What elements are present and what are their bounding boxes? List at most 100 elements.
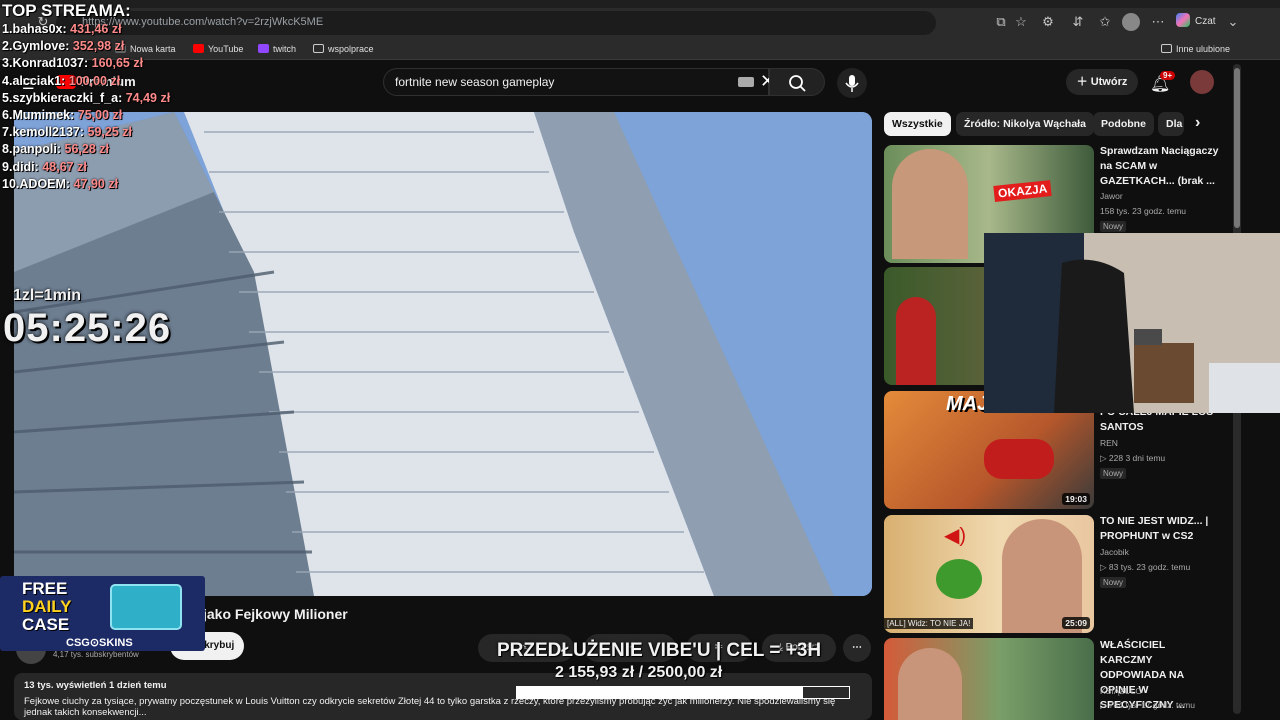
speaker-icon: ◀) bbox=[944, 525, 967, 547]
rec-views: ▷ 83 tys. 23 godz. temu bbox=[1100, 562, 1191, 572]
favorite-star-icon[interactable]: ☆ bbox=[1012, 13, 1030, 31]
leaderboard-row: 10.ADOEM: 47,90 zł bbox=[2, 176, 170, 193]
leaderboard-name: ADOEM: bbox=[19, 176, 71, 191]
chip-for-you[interactable]: Dla bbox=[1158, 112, 1184, 136]
chip-similar[interactable]: Podobne bbox=[1093, 112, 1154, 136]
bookmarks-bar bbox=[0, 38, 1280, 60]
free-case-promo: FREE DAILY CASE CSG⊙SKINS bbox=[0, 576, 205, 651]
notification-count-badge: 9+ bbox=[1160, 71, 1176, 80]
leaderboard-amount: 75,00 zł bbox=[77, 108, 123, 123]
chip-all[interactable]: Wszystkie bbox=[884, 112, 951, 136]
chevron-right-icon[interactable]: › bbox=[1195, 114, 1200, 132]
leaderboard-name: szybkieraczki_f_a: bbox=[12, 90, 123, 105]
search-input[interactable]: fortnite new season gameplay bbox=[383, 68, 769, 96]
url-field[interactable]: https://www.youtube.com/watch?v=2rzjWkcK… bbox=[56, 11, 936, 35]
more-icon: ⋯ bbox=[852, 642, 862, 653]
leaderboard-name: alcciak1: bbox=[12, 73, 66, 88]
more-actions-button[interactable]: ⋯ bbox=[843, 634, 871, 662]
description-text: Fejkowe ciuchy za tysiące, prywatny pocz… bbox=[24, 696, 836, 718]
favorites-icon[interactable]: ✩ bbox=[1096, 13, 1114, 31]
webcam-room bbox=[984, 233, 1280, 413]
leaderboard-rank: 10. bbox=[2, 176, 20, 191]
new-badge: Nowy bbox=[1100, 221, 1127, 232]
search-button[interactable] bbox=[769, 68, 825, 96]
folder-icon bbox=[1161, 44, 1172, 53]
plus-icon: ＋ bbox=[1076, 76, 1091, 88]
twitch-icon bbox=[258, 44, 269, 53]
promo-text: FREE DAILY CASE bbox=[22, 579, 72, 634]
leaderboard-name: Gymlove: bbox=[12, 39, 70, 54]
thumb-car bbox=[984, 439, 1054, 479]
rec-channel[interactable]: Jacobik bbox=[1100, 547, 1129, 557]
webcam-overlay bbox=[984, 233, 1280, 413]
rec-channel[interactable]: REN bbox=[1100, 438, 1118, 448]
new-badge: Nowy bbox=[1100, 468, 1127, 479]
extensions-icon[interactable]: ⚙ bbox=[1039, 13, 1057, 31]
leaderboard-row: 2.Gymlove: 352,98 zł bbox=[2, 38, 170, 55]
leaderboard-list: 1.bahas0x: 431,46 zł 2.Gymlove: 352,98 zł… bbox=[2, 21, 170, 193]
leaderboard-amount: 352,98 zł bbox=[72, 39, 125, 54]
scrollbar-thumb[interactable] bbox=[1234, 68, 1240, 228]
goal-title: PRZEDŁUŻENIE VIBE'U | CEL = +3H bbox=[497, 640, 822, 661]
bookmark-wspolprace[interactable]: wspolprace bbox=[313, 41, 374, 57]
thumb-person bbox=[892, 149, 968, 259]
bookmark-youtube[interactable]: YouTube bbox=[193, 41, 243, 57]
duration-badge: 19:03 bbox=[1062, 493, 1090, 505]
leaderboard-amount: 160,65 zł bbox=[91, 56, 144, 71]
leaderboard-row: 4.alcciak1: 100,00 zł bbox=[2, 73, 170, 90]
create-button[interactable]: ＋ Utwórz bbox=[1066, 69, 1138, 95]
leaderboard-rank: 2. bbox=[2, 39, 13, 54]
split-screen-icon[interactable]: ⇵ bbox=[1069, 13, 1087, 31]
bookmark-other-favorites[interactable]: Inne ulubione bbox=[1161, 41, 1230, 57]
copilot-chat-button[interactable]: Czat bbox=[1176, 12, 1216, 32]
leaderboard-rank: 3. bbox=[2, 56, 13, 71]
chevron-down-icon[interactable]: ⌄ bbox=[1224, 13, 1242, 31]
thumb-text: OKAZJA bbox=[993, 180, 1053, 202]
leaderboard-amount: 56,28 zł bbox=[64, 142, 110, 157]
promo-brand: CSG⊙SKINS bbox=[66, 637, 133, 649]
leaderboard-row: 3.Konrad1037: 160,65 zł bbox=[2, 55, 170, 72]
leaderboard-amount: 47,90 zł bbox=[73, 176, 119, 191]
profile-avatar[interactable] bbox=[1122, 13, 1140, 31]
new-badge: Nowy bbox=[1100, 577, 1127, 588]
more-icon[interactable]: ⋯ bbox=[1149, 13, 1167, 31]
leaderboard-row: 1.bahas0x: 431,46 zł bbox=[2, 21, 170, 38]
bookmark-twitch[interactable]: twitch bbox=[258, 41, 296, 57]
leaderboard-name: panpoli: bbox=[12, 142, 62, 157]
leaderboard-amount: 100,00 zł bbox=[68, 73, 121, 88]
rec-views: ▷ 744 tys. 17 godz. temu bbox=[1100, 700, 1195, 710]
leaderboard-row: 7.kemoll2137: 59,25 zł bbox=[2, 124, 170, 141]
leaderboard-rank: 7. bbox=[2, 125, 13, 140]
goal-progress-bar bbox=[516, 686, 850, 699]
rec-title[interactable]: TO NIE JEST WIDZ... | PROPHUNT w CS2 bbox=[1100, 514, 1220, 544]
keyboard-icon[interactable] bbox=[738, 77, 754, 87]
rec-channel[interactable]: Jawor bbox=[1100, 191, 1123, 201]
copilot-icon bbox=[1176, 13, 1190, 27]
tab-bar bbox=[0, 0, 1280, 8]
thumb-text: [ALL] Widz: TO NIE JA! bbox=[884, 618, 974, 629]
play-icon: ▷ bbox=[1100, 453, 1109, 463]
leaderboard-row: 8.panpoli: 56,28 zł bbox=[2, 141, 170, 158]
voice-search-button[interactable] bbox=[837, 68, 867, 98]
thumb-melon bbox=[936, 559, 982, 599]
leaderboard-amount: 431,46 zł bbox=[70, 22, 122, 36]
video-title: jako Fejkowy Milioner bbox=[203, 606, 348, 622]
leaderboard-rank: 9. bbox=[2, 159, 13, 174]
rec-title[interactable]: Sprawdzam Naciągaczy na SCAM w GAZETKACH… bbox=[1100, 144, 1220, 189]
rec-thumbnail[interactable] bbox=[884, 638, 1094, 720]
tab-actions-icon[interactable]: ⧉ bbox=[992, 13, 1010, 31]
thumb-person bbox=[898, 648, 962, 720]
rec-thumbnail[interactable]: ◀) [ALL] Widz: TO NIE JA! 25:09 bbox=[884, 515, 1094, 633]
leaderboard-name: bahas0x: bbox=[12, 22, 67, 36]
leaderboard-rank: 4. bbox=[2, 73, 13, 88]
rec-channel[interactable]: KSIĄŻULO bbox=[1100, 686, 1142, 696]
thumb-person bbox=[896, 297, 936, 385]
play-icon: ▷ bbox=[1100, 562, 1109, 572]
subscriber-count: 4,17 tys. subskrybentów bbox=[53, 650, 139, 659]
chip-source[interactable]: Źródło: Nikolya Wąchała bbox=[956, 112, 1094, 136]
search-icon bbox=[789, 75, 806, 92]
case-icon bbox=[110, 584, 182, 630]
subathon-timer: 05:25:26 bbox=[3, 306, 172, 350]
leaderboard-rank: 5. bbox=[2, 90, 13, 105]
account-avatar[interactable] bbox=[1190, 70, 1214, 94]
